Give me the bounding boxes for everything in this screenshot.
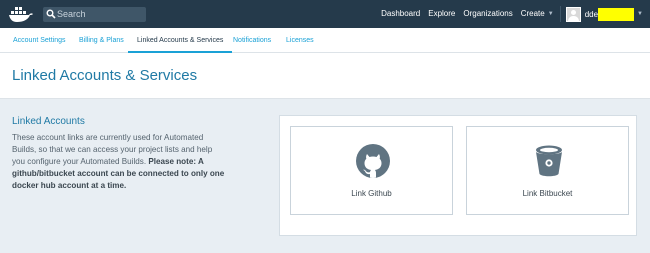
- nav-divider: [559, 6, 561, 22]
- section-title: Linked Accounts: [12, 116, 85, 127]
- avatar-head: [570, 9, 576, 15]
- nav-explore[interactable]: Explore: [428, 0, 455, 28]
- tab-notifications[interactable]: Notifications: [233, 28, 271, 53]
- nav-links: Dashboard Explore Organizations Create ▼…: [381, 0, 650, 28]
- nav-create-label: Create: [520, 9, 545, 18]
- top-navbar: Search Dashboard Explore Organizations C…: [0, 0, 650, 28]
- username[interactable]: dde: [585, 10, 598, 19]
- nav-organizations[interactable]: Organizations: [463, 0, 512, 28]
- bitbucket-bucket-icon: [536, 145, 562, 177]
- link-bitbucket-card[interactable]: Link Bitbucket: [466, 126, 629, 215]
- link-bitbucket-label: Link Bitbucket: [522, 189, 573, 198]
- avatar-body: [567, 15, 579, 21]
- github-octocat-icon: [356, 144, 390, 178]
- search-placeholder: Search: [57, 9, 86, 19]
- user-avatar-icon[interactable]: [565, 6, 581, 22]
- chevron-down-icon[interactable]: ▼: [637, 11, 643, 17]
- chevron-down-icon: ▼: [547, 11, 554, 17]
- nav-dashboard[interactable]: Dashboard: [381, 0, 420, 28]
- section-description: These account links are currently used f…: [12, 132, 227, 192]
- link-github-card[interactable]: Link Github: [290, 126, 453, 215]
- link-github-label: Link Github: [351, 189, 392, 198]
- page-header: Linked Accounts & Services: [0, 53, 650, 99]
- tab-account-settings[interactable]: Account Settings: [13, 28, 66, 53]
- tab-billing-plans[interactable]: Billing & Plans: [79, 28, 124, 53]
- tab-licenses[interactable]: Licenses: [286, 28, 314, 53]
- docker-whale-icon[interactable]: [8, 5, 34, 23]
- page-title: Linked Accounts & Services: [12, 67, 198, 84]
- search-input[interactable]: Search: [43, 7, 146, 22]
- tab-linked-accounts[interactable]: Linked Accounts & Services: [128, 28, 233, 53]
- username-redaction: [598, 7, 635, 21]
- nav-create-dropdown[interactable]: Create ▼: [521, 0, 554, 28]
- link-panel: Link Github Link Bitbucket: [279, 115, 637, 236]
- search-icon: [46, 9, 56, 19]
- settings-tabs: Account Settings Billing & Plans Linked …: [0, 28, 650, 53]
